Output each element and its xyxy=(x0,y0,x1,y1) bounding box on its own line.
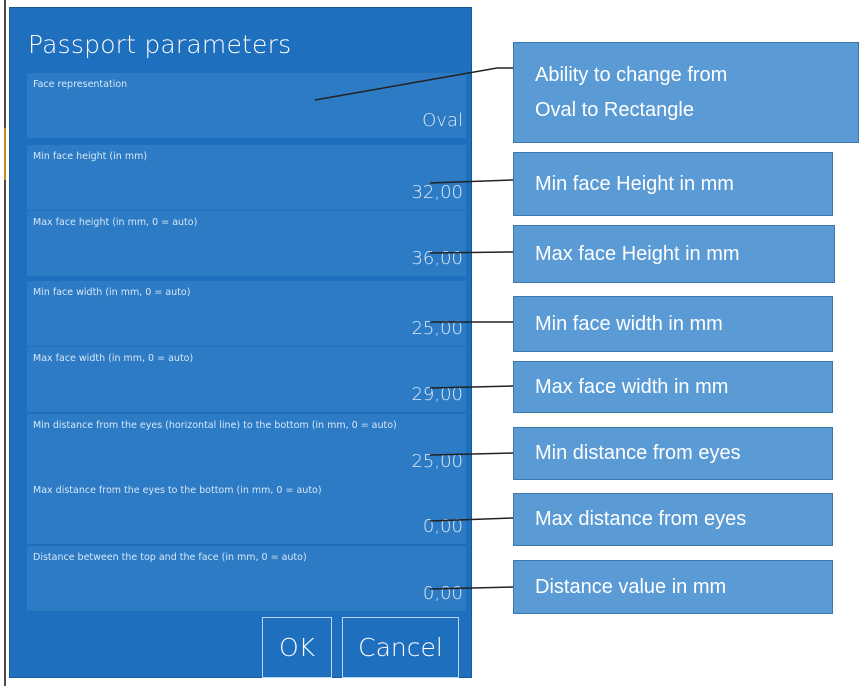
ok-button[interactable]: OK xyxy=(262,617,332,678)
min-face-height-input[interactable]: 32,00 xyxy=(411,182,463,203)
field-distance-top-face[interactable]: Distance between the top and the face (i… xyxy=(27,546,466,611)
field-label: Max face height (in mm, 0 = auto) xyxy=(33,217,198,228)
callout-text: Max distance from eyes xyxy=(535,508,747,530)
field-max-distance-eyes[interactable]: Max distance from the eyes to the bottom… xyxy=(27,479,466,544)
callout-text: Min distance from eyes xyxy=(535,442,741,464)
callout-max-distance-eyes: Max distance from eyes xyxy=(513,493,833,546)
field-min-face-width[interactable]: Min face width (in mm, 0 = auto) 25,00 xyxy=(27,281,466,346)
min-distance-eyes-input[interactable]: 25,00 xyxy=(411,451,463,472)
max-face-width-input[interactable]: 29,00 xyxy=(411,384,463,405)
dialog-title: Passport parameters xyxy=(28,30,292,59)
field-label: Min distance from the eyes (horizontal l… xyxy=(33,420,397,431)
callout-min-distance-eyes: Min distance from eyes xyxy=(513,427,833,480)
callout-text: Min face width in mm xyxy=(535,312,723,335)
window-edge-line xyxy=(4,0,6,686)
max-distance-eyes-input[interactable]: 0,00 xyxy=(423,516,463,537)
callout-text: Max face width in mm xyxy=(535,375,729,398)
callout-face-representation: Ability to change from Oval to Rectangle xyxy=(513,42,859,143)
field-face-representation[interactable]: Face representation Oval xyxy=(27,73,466,138)
callout-distance-value: Distance value in mm xyxy=(513,560,833,614)
field-min-face-height[interactable]: Min face height (in mm) 32,00 xyxy=(27,145,466,210)
callout-text-line2: Oval to Rectangle xyxy=(535,98,694,121)
min-face-width-input[interactable]: 25,00 xyxy=(411,318,463,339)
window-edge-accent xyxy=(4,128,6,180)
max-face-height-input[interactable]: 36,00 xyxy=(411,248,463,269)
callout-min-face-width: Min face width in mm xyxy=(513,296,833,352)
field-label: Max distance from the eyes to the bottom… xyxy=(33,485,322,496)
callout-text-line1: Ability to change from xyxy=(535,63,728,86)
callout-max-face-width: Max face width in mm xyxy=(513,361,833,413)
callout-max-face-height: Max face Height in mm xyxy=(513,225,835,283)
callout-text: Distance value in mm xyxy=(535,575,727,598)
passport-parameters-dialog: Passport parameters Face representation … xyxy=(9,7,472,678)
cancel-button[interactable]: Cancel xyxy=(342,617,459,678)
callout-text: Max face Height in mm xyxy=(535,242,740,265)
distance-top-face-input[interactable]: 0,00 xyxy=(423,583,463,604)
field-label: Face representation xyxy=(33,79,128,90)
field-min-distance-eyes[interactable]: Min distance from the eyes (horizontal l… xyxy=(27,414,466,479)
field-label: Min face width (in mm, 0 = auto) xyxy=(33,287,191,298)
callout-text: Min face Height in mm xyxy=(535,172,734,195)
field-max-face-width[interactable]: Max face width (in mm, 0 = auto) 29,00 xyxy=(27,347,466,412)
field-label: Max face width (in mm, 0 = auto) xyxy=(33,353,194,364)
field-label: Min face height (in mm) xyxy=(33,151,148,162)
callout-min-face-height: Min face Height in mm xyxy=(513,152,833,216)
face-representation-select[interactable]: Oval xyxy=(422,110,463,131)
field-label: Distance between the top and the face (i… xyxy=(33,552,307,563)
field-max-face-height[interactable]: Max face height (in mm, 0 = auto) 36,00 xyxy=(27,211,466,276)
